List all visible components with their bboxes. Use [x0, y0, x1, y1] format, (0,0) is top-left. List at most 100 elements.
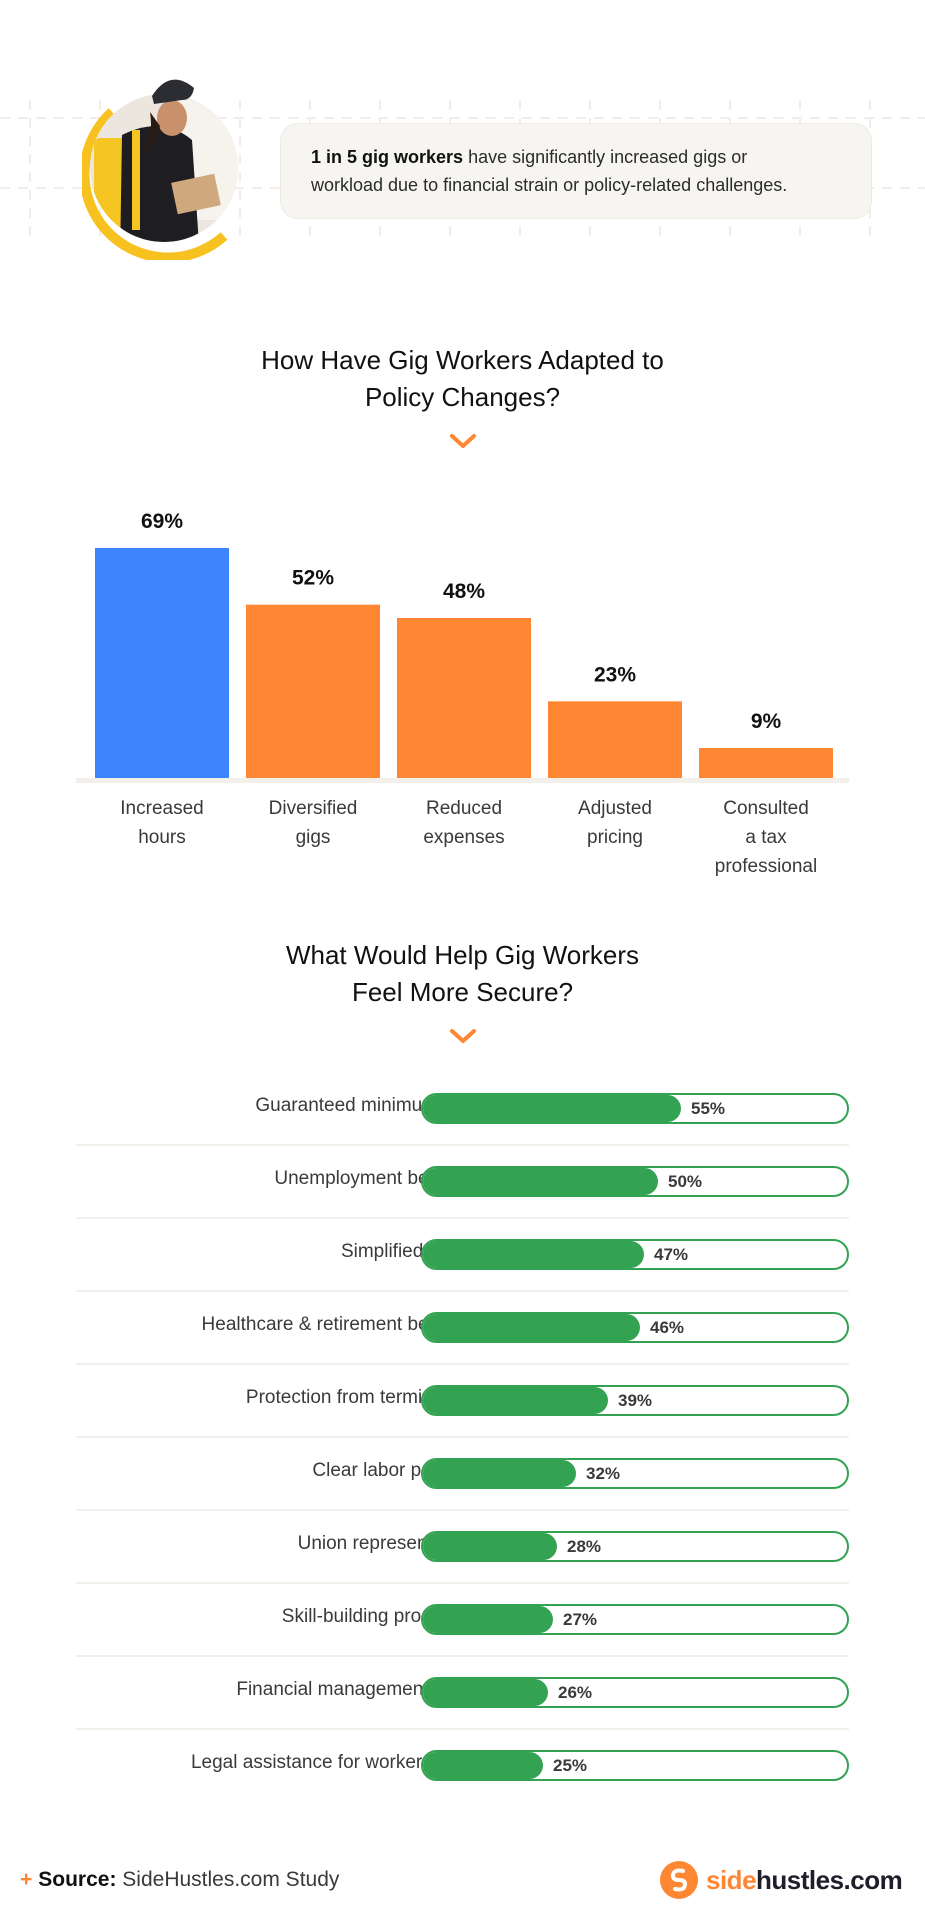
callout-text-line1: have significantly increased gigs or — [463, 147, 748, 167]
brand-main-text: hustles.com — [756, 1864, 903, 1895]
progress-value: 26% — [558, 1683, 593, 1702]
category-label: professional — [715, 856, 817, 877]
adaptation-bar-chart: 69% Increased hours 52% Diversified gigs 48% Re… — [76, 510, 849, 877]
bar-value-label: 48% — [443, 580, 485, 603]
progress-bar: 50% — [421, 1166, 849, 1197]
item-label: Skill-building programs — [281, 1606, 474, 1627]
source-label: Source: — [38, 1868, 117, 1891]
progress-fill — [423, 1679, 548, 1706]
progress-value: 55% — [691, 1099, 726, 1118]
brand-wordmark: sidehustles.com — [706, 1864, 903, 1896]
category-label: Adjusted — [578, 798, 652, 819]
category-label: hours — [138, 827, 186, 848]
progress-value: 28% — [567, 1537, 602, 1556]
bar-value-label: 9% — [751, 710, 782, 733]
bar-value-label: 69% — [141, 510, 183, 533]
progress-bar: 27% — [421, 1604, 849, 1635]
progress-value: 27% — [563, 1610, 598, 1629]
progress-fill — [423, 1095, 681, 1122]
callout-text-line2: workload due to financial strain or poli… — [311, 175, 788, 195]
list-item: Unemployment benefits 50% — [76, 1146, 849, 1219]
progress-value: 32% — [586, 1464, 621, 1483]
list-item: Protection from termination 39% — [76, 1365, 849, 1438]
callout-highlight: 1 in 5 gig workers — [311, 147, 464, 167]
progress-bar: 26% — [421, 1677, 849, 1708]
item-label: Union representation — [297, 1533, 474, 1554]
progress-fill — [423, 1752, 543, 1779]
category-label: Consulted — [723, 798, 809, 819]
list-item: Skill-building programs 27% — [76, 1584, 849, 1657]
list-item: Clear labor policies 32% — [76, 1438, 849, 1511]
item-label: Healthcare & retirement benefits — [201, 1314, 474, 1335]
item-label: Guaranteed minimum pay — [255, 1095, 474, 1116]
chevron-down-icon — [450, 434, 476, 448]
source-text: SideHustles.com Study — [116, 1868, 340, 1891]
category-label: pricing — [587, 827, 643, 848]
progress-bar: 32% — [421, 1458, 849, 1489]
progress-list-title-line1: What Would Help Gig Workers — [285, 940, 640, 970]
item-label: Protection from termination — [245, 1387, 474, 1408]
progress-fill — [423, 1387, 608, 1414]
bar-chart-title-line1: How Have Gig Workers Adapted to — [261, 345, 664, 375]
plus-icon: + — [20, 1868, 33, 1891]
progress-fill — [423, 1460, 576, 1487]
bar-3 — [548, 701, 682, 778]
callout-text: 1 in 5 gig workers have significantly in… — [311, 143, 787, 199]
progress-value: 25% — [553, 1756, 588, 1775]
list-item: Simplified taxes 47% — [76, 1219, 849, 1292]
category-label: a tax — [745, 827, 787, 848]
source-note: + Source: SideHustles.com Study — [20, 1868, 339, 1892]
progress-fill — [423, 1241, 644, 1268]
list-item: Financial management tools 26% — [76, 1657, 849, 1730]
bar-chart-title: How Have Gig Workers Adapted to Policy C… — [0, 342, 925, 416]
progress-list-title-line2: Feel More Secure? — [351, 977, 574, 1007]
list-item: Legal assistance for worker rights 25% — [76, 1730, 849, 1803]
progress-value: 47% — [654, 1245, 689, 1264]
list-item: Guaranteed minimum pay 55% — [76, 1073, 849, 1146]
progress-value: 39% — [618, 1391, 653, 1410]
avatar — [79, 60, 242, 263]
sidehustles-logo-icon — [660, 1861, 698, 1899]
hero-section: 1 in 5 gig workers have significantly in… — [0, 60, 925, 270]
security-measures-list: Guaranteed minimum pay 55% Unemployment be… — [76, 1073, 849, 1803]
item-label: Simplified taxes — [340, 1241, 474, 1262]
bar-4 — [699, 748, 833, 778]
bar-value-label: 23% — [594, 663, 636, 686]
progress-fill — [423, 1314, 640, 1341]
brand-logo[interactable]: sidehustles.com — [660, 1860, 903, 1900]
delivery-worker-illustration — [79, 79, 238, 263]
progress-bar: 55% — [421, 1093, 849, 1124]
key-stat-callout: 1 in 5 gig workers have significantly in… — [280, 123, 872, 219]
progress-fill — [423, 1606, 553, 1633]
category-label: Reduced — [426, 798, 502, 819]
category-label: gigs — [296, 827, 331, 848]
category-label: expenses — [423, 827, 504, 848]
chart-baseline — [76, 778, 849, 783]
progress-bar: 28% — [421, 1531, 849, 1562]
progress-bar: 25% — [421, 1750, 849, 1781]
item-label: Unemployment benefits — [274, 1168, 474, 1189]
list-item: Union representation 28% — [76, 1511, 849, 1584]
bar-chart-title-line2: Policy Changes? — [364, 382, 561, 412]
progress-bar: 39% — [421, 1385, 849, 1416]
item-label: Financial management tools — [236, 1679, 474, 1700]
progress-bar: 46% — [421, 1312, 849, 1343]
item-label: Clear labor policies — [312, 1460, 474, 1481]
item-label: Legal assistance for worker rights — [190, 1752, 474, 1773]
bar-value-label: 52% — [292, 567, 334, 590]
bar-1 — [246, 604, 380, 778]
footer: + Source: SideHustles.com Study sidehustl… — [0, 1860, 925, 1900]
progress-value: 50% — [668, 1172, 703, 1191]
category-label: Diversified — [269, 798, 358, 819]
chevron-down-icon — [450, 1029, 476, 1043]
category-label: Increased — [120, 798, 203, 819]
progress-bar: 47% — [421, 1239, 849, 1270]
list-item: Healthcare & retirement benefits 46% — [76, 1292, 849, 1365]
progress-fill — [423, 1533, 557, 1560]
progress-value: 46% — [650, 1318, 685, 1337]
bar-2 — [397, 618, 531, 778]
progress-fill — [423, 1168, 658, 1195]
progress-list-title: What Would Help Gig Workers Feel More Se… — [0, 937, 925, 1011]
bar-0 — [95, 548, 229, 778]
brand-accent-text: side — [706, 1864, 757, 1895]
